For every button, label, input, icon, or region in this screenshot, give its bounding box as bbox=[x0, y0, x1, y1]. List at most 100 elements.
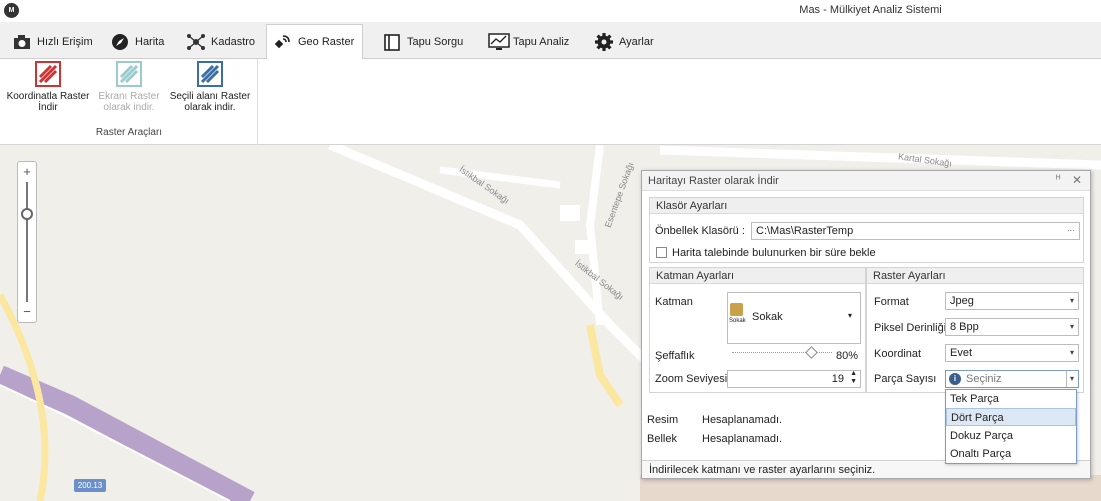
cache-folder-value: C:\Mas\RasterTemp bbox=[756, 225, 854, 237]
raster-download-icon bbox=[35, 61, 61, 87]
pixel-depth-select[interactable]: 8 Bpp ▾ bbox=[945, 318, 1079, 336]
parts-count-placeholder: Seçiniz bbox=[966, 373, 1002, 385]
tab-hizli-erisim[interactable]: Hızlı Erişim bbox=[6, 24, 99, 59]
group-label: Raster Araçları bbox=[95, 127, 163, 138]
zoom-in-button[interactable]: + bbox=[18, 164, 36, 180]
format-select[interactable]: Jpeg ▾ bbox=[945, 292, 1079, 310]
coordinate-label: Koordinat bbox=[874, 348, 922, 360]
browse-button[interactable]: ··· bbox=[1067, 223, 1075, 239]
layer-icon-caption: Sokak bbox=[729, 318, 746, 324]
dropdown-option-highlighted[interactable]: Dört Parça bbox=[946, 408, 1076, 426]
button-label: olarak indir. bbox=[103, 102, 155, 113]
network-icon bbox=[186, 32, 206, 52]
zoom-level-input[interactable]: 19 ▲ ▼ bbox=[727, 370, 861, 388]
zoom-out-button[interactable]: − bbox=[18, 304, 36, 320]
tab-geo-raster[interactable]: Geo Raster bbox=[266, 24, 363, 60]
chevron-down-icon: ▾ bbox=[1069, 296, 1074, 305]
memory-value: Hesaplanamadı. bbox=[702, 433, 783, 445]
wait-checkbox[interactable] bbox=[656, 247, 667, 258]
compass-icon bbox=[110, 32, 130, 52]
button-label: Seçili alanı Raster bbox=[169, 91, 251, 102]
button-label: İndir bbox=[38, 102, 58, 113]
pixel-depth-value: 8 Bpp bbox=[950, 321, 979, 333]
cache-folder-label: Önbellek Klasörü : bbox=[655, 225, 745, 237]
zoom-slider-track[interactable] bbox=[26, 182, 28, 302]
panel-header: Katman Ayarları bbox=[650, 268, 865, 284]
book-icon bbox=[382, 32, 402, 52]
image-size-label: Resim bbox=[647, 414, 679, 426]
parts-count-dropdown-list: Tek Parça Dört Parça Dokuz Parça Onaltı … bbox=[945, 389, 1077, 464]
tab-label: Kadastro bbox=[211, 35, 256, 48]
title-bar: M Mas - Mülkiyet Analiz Sistemi bbox=[0, 0, 1101, 22]
layer-label: Katman bbox=[655, 296, 693, 308]
folder-settings-panel: Klasör Ayarları Önbellek Klasörü : C:\Ma… bbox=[649, 197, 1084, 263]
pixel-depth-label: Piksel Derinliği bbox=[874, 322, 947, 334]
parts-count-select[interactable]: i Seçiniz ▾ bbox=[945, 370, 1079, 388]
button-label: olarak indir. bbox=[184, 102, 236, 113]
ribbon-tabs: Hızlı Erişim Harita Kadastro Geo Raster … bbox=[0, 22, 1101, 60]
opacity-slider[interactable] bbox=[732, 346, 832, 360]
raster-selection-icon bbox=[197, 61, 223, 87]
window-title: Mas - Mülkiyet Analiz Sistemi bbox=[799, 4, 942, 16]
map-zoom-control: + − bbox=[17, 161, 37, 323]
format-value: Jpeg bbox=[950, 295, 974, 307]
zoom-level-label: Zoom Seviyesi bbox=[655, 373, 728, 385]
download-selected-area-raster-button[interactable]: Seçili alanı Raster olarak indir. bbox=[163, 61, 257, 113]
tab-tapu-sorgu[interactable]: Tapu Sorgu bbox=[376, 24, 469, 59]
chevron-down-icon: ▾ bbox=[848, 311, 853, 320]
tab-label: Harita bbox=[135, 35, 165, 48]
button-label: Koordinatla Raster bbox=[6, 91, 90, 102]
layer-icon bbox=[730, 303, 743, 316]
dialog-title: Haritayı Raster olarak İndir bbox=[648, 175, 779, 187]
wait-checkbox-label: Harita talebinde bulunurken bir süre bek… bbox=[672, 247, 876, 259]
parts-count-label: Parça Sayısı bbox=[874, 373, 937, 385]
opacity-value: 80% bbox=[836, 350, 859, 362]
zoom-slider-thumb[interactable] bbox=[21, 208, 33, 220]
opacity-label: Şeffaflık bbox=[655, 350, 695, 362]
raster-settings-panel: Raster Ayarları Format Jpeg ▾ Piksel Der… bbox=[866, 267, 1084, 393]
raster-screen-icon bbox=[116, 61, 142, 87]
format-label: Format bbox=[874, 296, 909, 308]
chart-monitor-icon bbox=[488, 32, 510, 52]
chevron-down-icon: ▾ bbox=[1069, 348, 1074, 357]
chevron-down-icon: ▾ bbox=[1069, 322, 1074, 331]
route-number-badge: 200.13 bbox=[74, 479, 106, 492]
raster-tools-group: Koordinatla Raster İndir Ekranı Raster o… bbox=[0, 59, 258, 145]
memory-label: Bellek bbox=[647, 433, 677, 445]
tab-label: Tapu Analiz bbox=[513, 35, 570, 48]
pin-icon[interactable]: ᴴ bbox=[1056, 174, 1060, 185]
gear-icon bbox=[594, 32, 614, 52]
panel-header: Raster Ayarları bbox=[867, 268, 1083, 284]
tab-harita[interactable]: Harita bbox=[104, 24, 170, 59]
dropdown-option[interactable]: Tek Parça bbox=[946, 390, 1076, 408]
download-raster-by-coordinate-button[interactable]: Koordinatla Raster İndir bbox=[2, 61, 94, 113]
info-icon: i bbox=[949, 373, 961, 385]
layer-value: Sokak bbox=[752, 311, 783, 323]
layer-select[interactable]: Sokak Sokak ▾ bbox=[727, 292, 861, 344]
tab-label: Hızlı Erişim bbox=[37, 35, 93, 48]
tab-kadastro[interactable]: Kadastro bbox=[180, 24, 261, 59]
close-icon[interactable]: ✕ bbox=[1072, 173, 1082, 187]
download-screen-raster-button[interactable]: Ekranı Raster olarak indir. bbox=[96, 61, 162, 113]
button-label: Ekranı Raster bbox=[98, 91, 160, 102]
dialog-header: Haritayı Raster olarak İndir ᴴ ✕ bbox=[642, 171, 1090, 191]
dropdown-option[interactable]: Dokuz Parça bbox=[946, 427, 1076, 445]
camera-icon bbox=[12, 32, 32, 52]
spin-buttons[interactable]: ▲ ▼ bbox=[850, 370, 857, 386]
application-window: M Mas - Mülkiyet Analiz Sistemi Hızlı Er… bbox=[0, 0, 1101, 501]
ribbon-panel: Koordinatla Raster İndir Ekranı Raster o… bbox=[0, 59, 1101, 145]
zoom-level-value: 19 bbox=[831, 373, 844, 385]
tab-label: Geo Raster bbox=[298, 36, 355, 48]
cache-folder-input[interactable]: C:\Mas\RasterTemp ··· bbox=[751, 222, 1080, 240]
panel-header: Klasör Ayarları bbox=[650, 198, 1083, 214]
chevron-down-icon[interactable]: ▾ bbox=[1065, 371, 1074, 387]
dropdown-option[interactable]: Onaltı Parça bbox=[946, 445, 1076, 463]
opacity-slider-thumb[interactable] bbox=[805, 346, 818, 359]
tab-label: Ayarlar bbox=[619, 35, 654, 48]
coordinate-value: Evet bbox=[950, 347, 973, 359]
coordinate-select[interactable]: Evet ▾ bbox=[945, 344, 1079, 362]
satellite-icon bbox=[273, 32, 293, 52]
tab-tapu-analiz[interactable]: Tapu Analiz bbox=[482, 24, 575, 59]
tab-ayarlar[interactable]: Ayarlar bbox=[588, 24, 660, 59]
image-size-value: Hesaplanamadı. bbox=[702, 414, 783, 426]
